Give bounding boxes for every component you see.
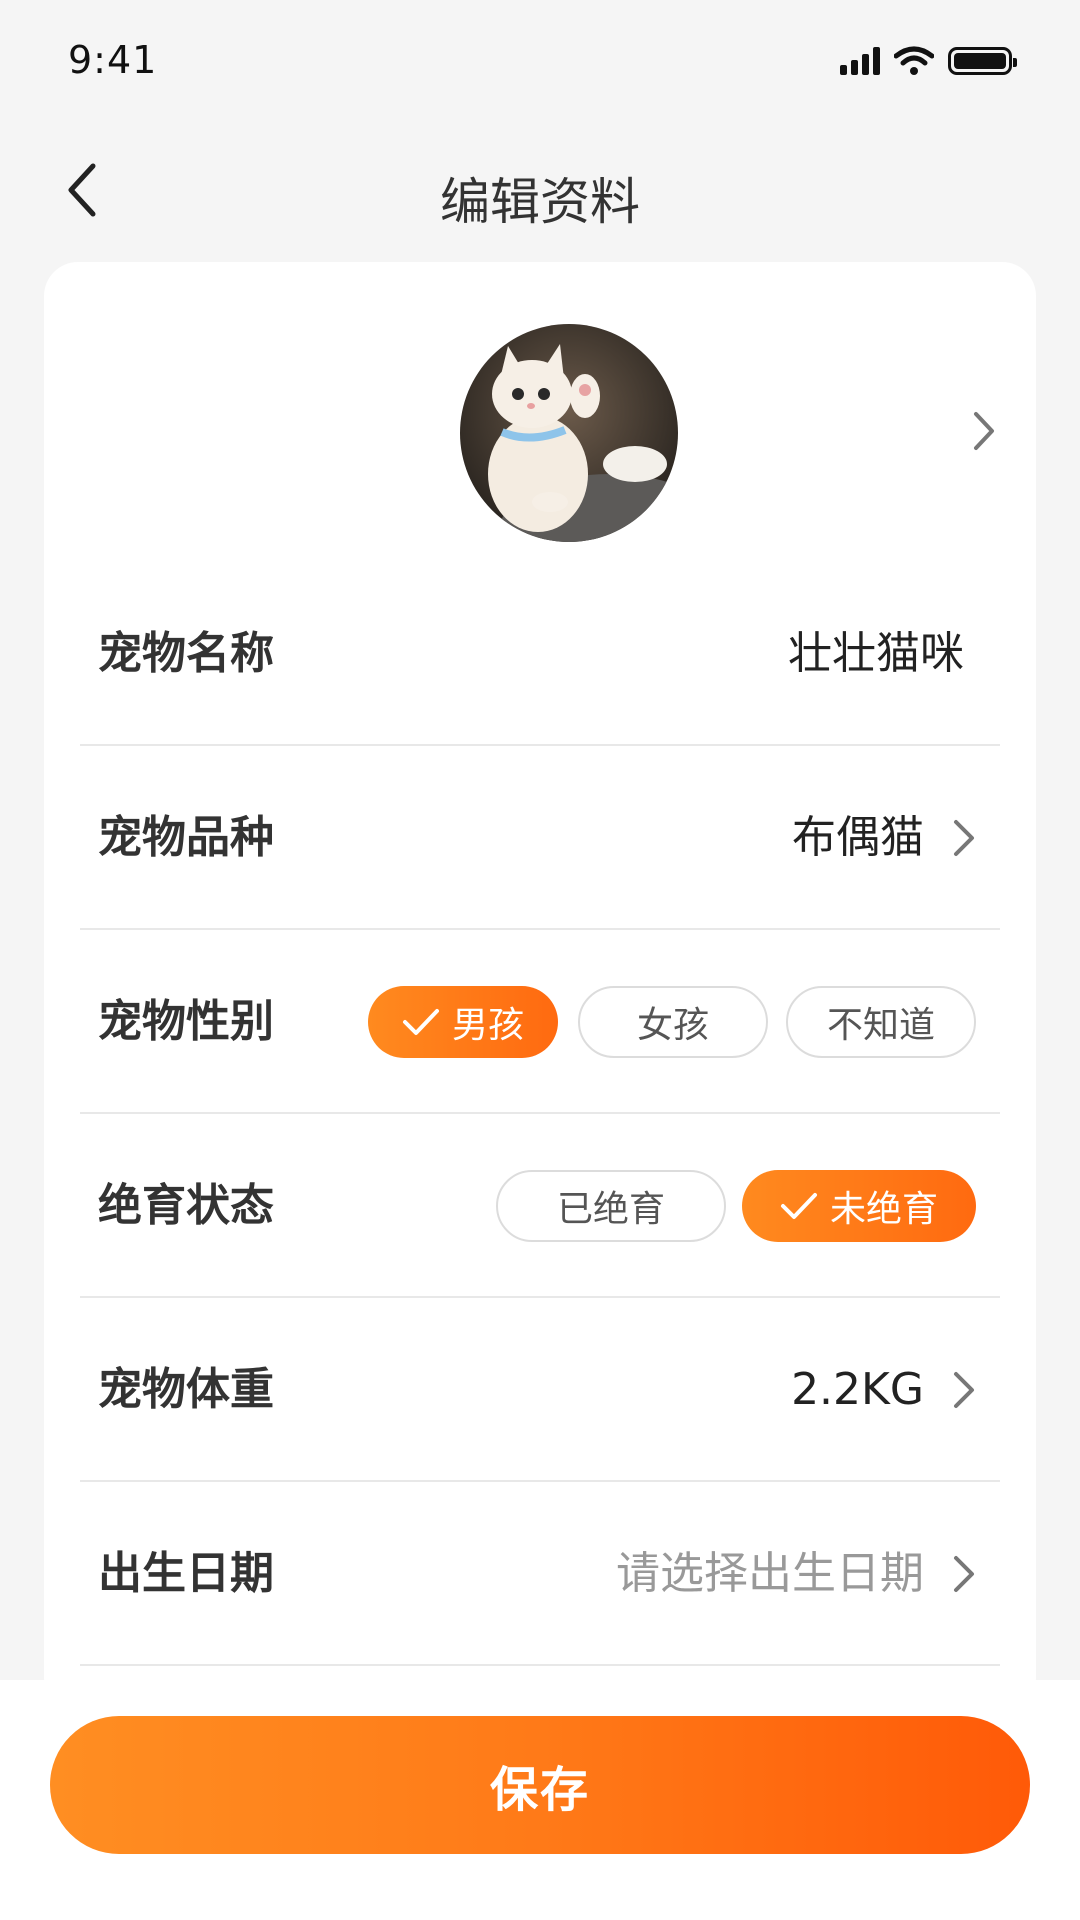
- gender-option-unknown-label: 不知道: [826, 1005, 935, 1046]
- pet-gender-label: 宠物性别: [98, 996, 274, 1047]
- check-icon: [402, 1009, 439, 1035]
- avatar: [460, 324, 678, 542]
- pet-gender-row: 宠物性别 男孩 女孩 不知道: [80, 930, 1000, 1114]
- status-bar: 9:41: [0, 0, 1080, 120]
- pet-weight-value: 2.2KG: [791, 1364, 924, 1415]
- save-button[interactable]: 保存: [50, 1716, 1030, 1854]
- pet-breed-value: 布偶猫: [792, 812, 924, 863]
- neuter-option-not-neutered-label: 未绝育: [829, 1189, 938, 1230]
- profile-card: 宠物名称 壮壮猫咪 宠物品种 布偶猫 宠物性别 男孩 女孩 不知道 绝育状态 已…: [44, 262, 1036, 1712]
- pet-birthday-label: 出生日期: [98, 1548, 274, 1599]
- page-title: 编辑资料: [440, 173, 640, 231]
- battery-icon: [948, 47, 1017, 75]
- chevron-right-icon: [954, 820, 974, 856]
- status-icons: [840, 46, 1017, 76]
- gender-option-girl-label: 女孩: [636, 1005, 709, 1046]
- neuter-option-neutered-label: 已绝育: [556, 1189, 665, 1230]
- wifi-icon: [894, 46, 934, 75]
- gender-option-boy-label: 男孩: [451, 1005, 524, 1046]
- neuter-option-neutered[interactable]: 已绝育: [496, 1170, 726, 1242]
- chevron-right-icon: [954, 1372, 974, 1408]
- neuter-option-not-neutered[interactable]: 未绝育: [742, 1170, 976, 1242]
- chevron-right-icon: [974, 412, 994, 450]
- gender-option-unknown[interactable]: 不知道: [786, 986, 976, 1058]
- status-time: 9:41: [68, 38, 158, 82]
- pet-name-value[interactable]: 壮壮猫咪: [788, 562, 964, 746]
- cat-photo-icon: [460, 324, 678, 542]
- pet-birthday-row[interactable]: 出生日期 请选择出生日期: [80, 1482, 1000, 1666]
- cellular-signal-icon: [840, 47, 880, 75]
- gender-option-girl[interactable]: 女孩: [578, 986, 768, 1058]
- bottom-action-bar: 保存: [0, 1680, 1080, 1920]
- pet-name-label: 宠物名称: [98, 628, 274, 679]
- pet-weight-row[interactable]: 宠物体重 2.2KG: [80, 1298, 1000, 1482]
- check-icon: [780, 1193, 817, 1219]
- pet-name-row[interactable]: 宠物名称 壮壮猫咪: [80, 562, 1000, 746]
- pet-birthday-placeholder: 请选择出生日期: [616, 1548, 924, 1599]
- neuter-status-label: 绝育状态: [98, 1180, 274, 1231]
- neuter-status-row: 绝育状态 已绝育 未绝育: [80, 1114, 1000, 1298]
- edit-profile-screen: 9:41 编辑资料 宠物名称 壮壮猫咪 宠物品种 布偶猫 宠物性别 男孩 女孩 …: [0, 0, 1080, 1920]
- gender-option-boy[interactable]: 男孩: [368, 986, 558, 1058]
- pet-breed-label: 宠物品种: [98, 812, 274, 863]
- chevron-right-icon: [954, 1556, 974, 1592]
- nav-bar: 编辑资料: [0, 140, 1080, 240]
- avatar-row[interactable]: [44, 262, 1036, 582]
- pet-breed-row[interactable]: 宠物品种 布偶猫: [80, 746, 1000, 930]
- pet-weight-label: 宠物体重: [98, 1364, 274, 1415]
